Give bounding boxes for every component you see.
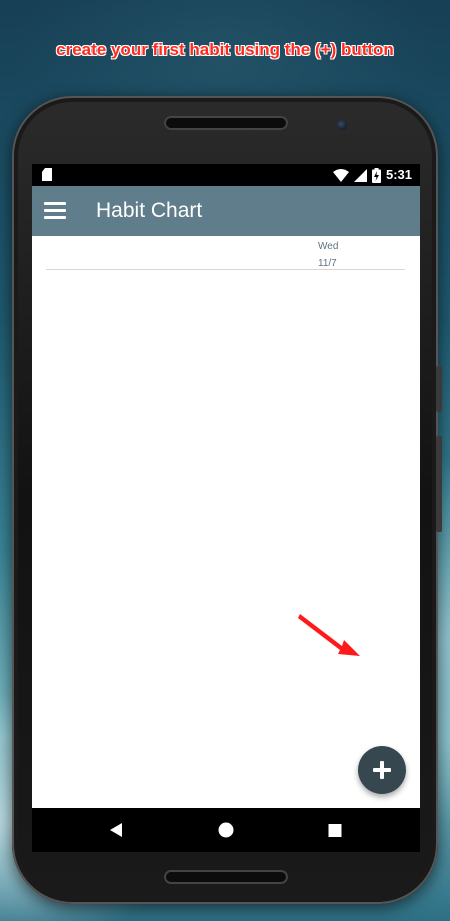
app-bar: Habit Chart xyxy=(32,186,420,236)
hamburger-menu-icon[interactable] xyxy=(44,202,66,220)
screen: 5:31 Habit Chart Wed 11/7 xyxy=(32,164,420,808)
habit-chart-area: Wed 11/7 xyxy=(32,236,420,808)
volume-button xyxy=(436,436,442,532)
wifi-icon xyxy=(332,168,349,182)
app-title: Habit Chart xyxy=(96,199,203,222)
home-button[interactable] xyxy=(196,808,256,852)
front-camera xyxy=(337,120,347,130)
instruction-banner: create your first habit using the (+) bu… xyxy=(56,40,394,59)
signal-icon xyxy=(353,168,367,182)
recents-icon xyxy=(328,824,342,837)
back-icon xyxy=(110,823,122,837)
sd-card-icon xyxy=(42,168,52,181)
day-name: Wed xyxy=(318,241,339,252)
top-speaker xyxy=(164,116,288,130)
status-bar: 5:31 xyxy=(32,164,420,186)
battery-charging-icon xyxy=(371,167,381,183)
home-icon xyxy=(218,822,234,838)
add-habit-button[interactable] xyxy=(358,746,406,794)
recents-button[interactable] xyxy=(305,808,365,852)
bottom-speaker xyxy=(164,870,288,884)
day-column-header: Wed 11/7 xyxy=(318,238,338,272)
status-time: 5:31 xyxy=(385,167,412,182)
back-button[interactable] xyxy=(86,808,146,852)
header-divider xyxy=(46,269,405,270)
phone-frame: 5:31 Habit Chart Wed 11/7 xyxy=(12,96,442,904)
navigation-bar xyxy=(32,808,420,852)
power-button xyxy=(436,366,442,412)
